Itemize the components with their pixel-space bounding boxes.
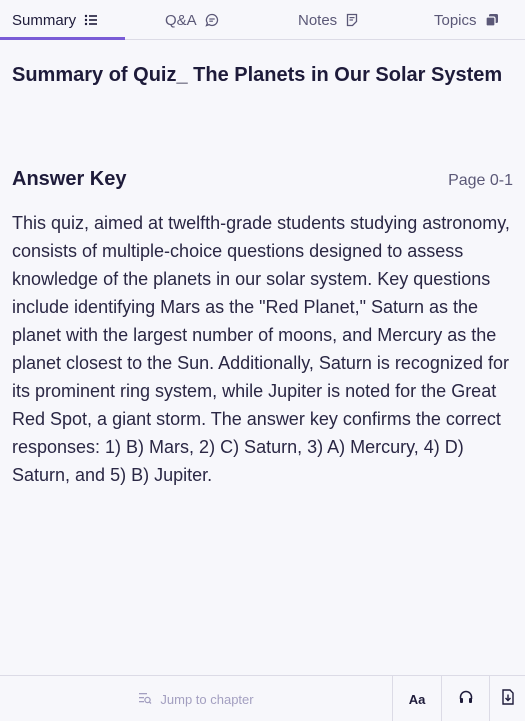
tab-summary-label: Summary <box>12 11 77 29</box>
tab-bar: Summary Q&A Notes Topics <box>0 0 525 40</box>
download-button[interactable] <box>489 676 525 721</box>
tab-notes-label: Notes <box>298 11 338 29</box>
jump-to-chapter-button[interactable]: Jump to chapter <box>0 676 392 721</box>
section-title: Answer Key <box>12 168 127 190</box>
page-indicator: Page 0-1 <box>448 172 513 189</box>
note-icon <box>345 13 359 27</box>
stack-icon <box>484 13 499 27</box>
jump-to-chapter-label: Jump to chapter <box>160 691 254 707</box>
download-icon <box>501 688 515 710</box>
font-size-icon: Aa <box>408 691 426 707</box>
tab-qa[interactable]: Q&A <box>165 0 219 40</box>
chat-bubble-icon <box>205 13 219 27</box>
tab-topics[interactable]: Topics <box>434 0 499 40</box>
summary-body: This quiz, aimed at twelfth-grade studen… <box>12 213 510 485</box>
headphones-icon <box>458 689 474 710</box>
tab-notes[interactable]: Notes <box>298 0 359 40</box>
list-icon <box>84 13 98 27</box>
tab-qa-label: Q&A <box>165 11 197 29</box>
bottom-toolbar: Jump to chapter Aa <box>0 675 525 721</box>
active-tab-indicator <box>0 37 125 40</box>
tab-summary[interactable]: Summary <box>12 0 98 40</box>
font-size-button[interactable]: Aa <box>392 676 441 721</box>
document-title: Summary of Quiz_ The Planets in Our Sola… <box>12 64 503 86</box>
summary-page: Summary Q&A Notes Topics Summary of Quiz… <box>0 0 525 721</box>
jump-chapter-icon <box>138 691 152 708</box>
tab-topics-label: Topics <box>434 11 477 29</box>
audio-button[interactable] <box>441 676 489 721</box>
